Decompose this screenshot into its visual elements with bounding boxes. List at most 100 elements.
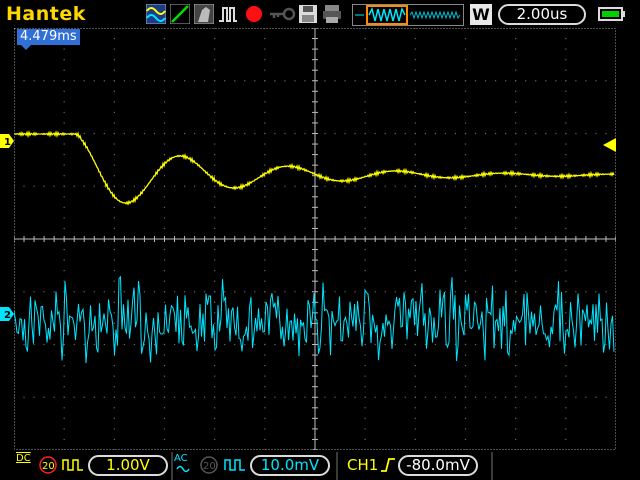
grid-dot: [464, 28, 467, 29]
grid-dot: [364, 69, 366, 71]
grid-dot: [505, 132, 507, 135]
grid-dot: [484, 185, 487, 187]
grid-dot: [414, 206, 416, 208]
grid-dot: [394, 132, 396, 135]
grid-dot: [565, 196, 567, 198]
ch2-coupling[interactable]: AC: [174, 453, 188, 464]
wave-mode-indicator[interactable]: W: [470, 4, 492, 25]
grid-dot: [113, 175, 115, 177]
brand-logo: Hantek: [6, 3, 86, 25]
ch1-coupling[interactable]: DC: [16, 454, 31, 464]
grid-dot: [73, 80, 75, 82]
grid-dot: [304, 80, 306, 82]
grid-dot: [264, 185, 266, 187]
grid-dot: [364, 428, 366, 430]
grid-dot: [615, 132, 616, 135]
grid-dot: [364, 270, 366, 272]
grid-dot: [264, 143, 266, 145]
save-disk-icon[interactable]: [298, 4, 318, 24]
grid-dot: [414, 185, 416, 187]
grid-dot: [63, 154, 65, 156]
ch2-invert-icon: [224, 459, 245, 471]
grid-dot: [515, 312, 517, 314]
grid-dot: [515, 438, 517, 441]
grid-dot: [264, 206, 266, 208]
grid-dot: [264, 248, 266, 251]
grid-dot: [364, 365, 366, 367]
grid-dot: [565, 185, 567, 187]
grid-dot: [515, 111, 517, 113]
grid-dot: [525, 396, 527, 398]
pulse-icon[interactable]: [218, 4, 238, 24]
grid-dot: [173, 80, 176, 82]
grid-dot: [434, 185, 436, 187]
grid-dot: [565, 365, 567, 367]
grid-dot: [515, 365, 517, 367]
grid-dot: [53, 185, 55, 187]
ch2-level-marker[interactable]: 2: [0, 307, 14, 321]
slope-icon[interactable]: [170, 4, 190, 24]
scope-display[interactable]: [14, 28, 616, 450]
grid-dot: [284, 396, 286, 398]
grid-dot: [464, 396, 467, 398]
trigger-rising-edge-icon[interactable]: [380, 457, 396, 473]
grid-dot: [63, 101, 65, 103]
grid-dot: [63, 354, 65, 356]
grid-dot: [414, 407, 416, 409]
grid-dot: [515, 301, 517, 303]
grid-dot: [113, 217, 115, 219]
grid-dot: [163, 217, 166, 219]
probe-icon[interactable]: [194, 4, 214, 24]
grid-dot: [254, 80, 256, 82]
grid-dot: [444, 80, 447, 82]
grid-dot: [454, 291, 457, 293]
grid-dot: [414, 69, 416, 71]
ch2-volts-div[interactable]: 10.0mV: [250, 455, 330, 476]
grid-dot: [555, 132, 557, 135]
record-icon[interactable]: [244, 4, 264, 24]
grid-dot: [53, 291, 55, 293]
ch1-bw-limit-icon[interactable]: 20: [39, 456, 57, 474]
grid-dot: [615, 291, 616, 293]
grid-dot: [214, 428, 216, 430]
grid-dot: [93, 291, 95, 293]
timebase-value[interactable]: 2.00us: [498, 4, 586, 25]
grid-dot: [33, 343, 35, 346]
ch1-volts-div[interactable]: 1.00V: [88, 455, 168, 476]
grid-dot: [204, 396, 206, 398]
trigger-position-marker[interactable]: 4.479ms: [17, 29, 80, 50]
grid-dot: [535, 396, 537, 398]
grid-dot: [495, 343, 497, 346]
ch2-bw-limit-icon[interactable]: 20: [200, 456, 218, 474]
waveform-type-icon[interactable]: [146, 4, 166, 24]
grid-dot: [14, 291, 15, 293]
grid-dot: [214, 217, 216, 219]
grid-dot: [414, 438, 416, 441]
grid-dot: [414, 154, 416, 156]
trigger-source[interactable]: CH1: [347, 456, 378, 474]
grid-dot: [454, 80, 457, 82]
grid-dot: [113, 301, 115, 303]
grid-dot: [334, 80, 336, 82]
grid-dot: [585, 132, 587, 135]
grid-dot: [224, 396, 226, 398]
grid-dot: [515, 132, 517, 135]
ch1-level-marker[interactable]: 1: [0, 134, 14, 148]
grid-dot: [414, 37, 416, 40]
grid-dot: [364, 37, 366, 40]
grid-dot: [495, 80, 497, 82]
grid-dot: [565, 227, 567, 230]
grid-dot: [374, 132, 376, 135]
grid-dot: [63, 90, 65, 92]
grid-dot: [495, 185, 497, 187]
grid-dot: [113, 101, 115, 103]
trigger-level-marker[interactable]: [602, 138, 616, 152]
grid-dot: [113, 396, 115, 398]
grid-dot: [515, 28, 517, 29]
grid-dot: [344, 343, 346, 346]
print-icon[interactable]: [322, 4, 342, 24]
trigger-level[interactable]: -80.0mV: [398, 455, 478, 476]
grid-dot: [163, 227, 166, 230]
grid-dot: [364, 122, 366, 124]
grid-dot: [515, 206, 517, 208]
